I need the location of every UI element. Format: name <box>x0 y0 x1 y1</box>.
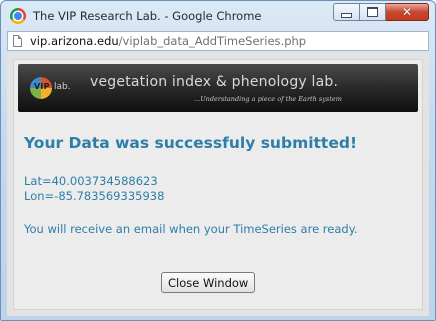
minimize-button[interactable] <box>333 3 360 21</box>
latitude-text: Lat=40.003734588623 <box>24 174 158 188</box>
page-icon <box>13 35 22 47</box>
close-icon: ✕ <box>401 5 413 19</box>
site-banner: VIP lab. vegetation index & phenology la… <box>18 64 418 112</box>
maximize-button[interactable] <box>360 3 386 21</box>
longitude-text: Lon=-85.783569335938 <box>24 189 165 203</box>
close-button[interactable]: ✕ <box>386 3 429 21</box>
maximize-icon <box>367 7 378 17</box>
window-title: The VIP Research Lab. - Google Chrome <box>33 9 262 23</box>
url-path: /viplab_data_AddTimeSeries.php <box>118 34 307 48</box>
content-panel: VIP lab. vegetation index & phenology la… <box>13 59 423 310</box>
vip-logo[interactable]: VIP lab. <box>30 73 82 103</box>
banner-tagline: ...Understanding a piece of the Earth sy… <box>194 95 342 103</box>
success-heading: Your Data was successfuly submitted! <box>24 134 358 152</box>
banner-title: vegetation index & phenology lab. <box>90 74 339 90</box>
url-domain: vip.arizona.edu <box>30 34 119 48</box>
browser-window: The VIP Research Lab. - Google Chrome ✕ … <box>0 0 436 321</box>
url-text[interactable]: vip.arizona.edu/viplab_data_AddTimeSerie… <box>30 34 306 48</box>
address-bar[interactable]: vip.arizona.edu/viplab_data_AddTimeSerie… <box>7 31 429 51</box>
window-controls: ✕ <box>333 3 429 21</box>
minimize-icon <box>341 12 352 18</box>
chrome-icon <box>10 8 26 24</box>
title-bar[interactable]: The VIP Research Lab. - Google Chrome ✕ <box>1 1 435 31</box>
logo-lab-text: lab. <box>54 82 71 92</box>
coordinates-block: Lat=40.003734588623 Lon=-85.783569335938 <box>24 174 164 204</box>
close-window-button[interactable]: Close Window <box>161 272 256 293</box>
logo-text: VIP <box>34 82 50 91</box>
page-viewport: VIP lab. vegetation index & phenology la… <box>7 53 429 316</box>
email-notice: You will receive an email when your Time… <box>24 222 358 236</box>
